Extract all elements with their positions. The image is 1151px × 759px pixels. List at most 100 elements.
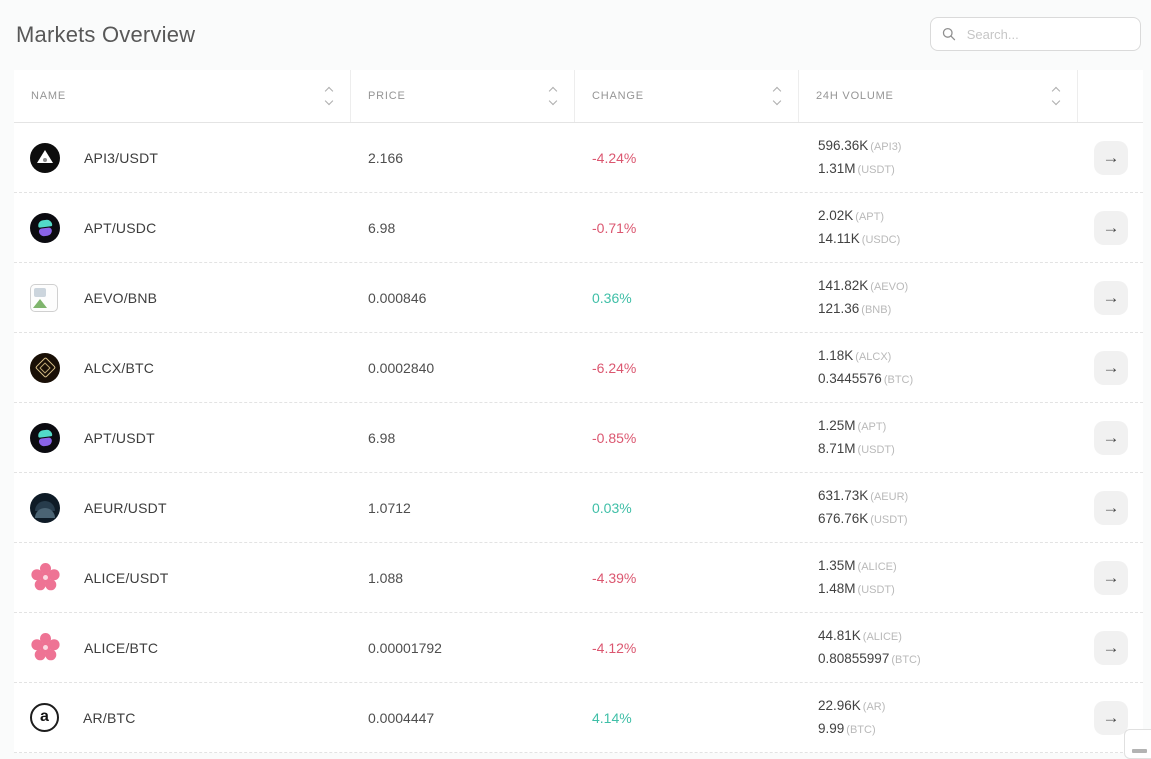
open-market-button[interactable]: → bbox=[1094, 701, 1128, 735]
column-label: CHANGE bbox=[592, 90, 644, 102]
right-arrow-icon: → bbox=[1103, 211, 1120, 245]
column-header-change[interactable]: CHANGE bbox=[575, 70, 799, 122]
table-row[interactable]: APT/USDT 6.98 -0.85% 1.25M(APT) 8.71M(US… bbox=[14, 403, 1143, 473]
open-market-button[interactable]: → bbox=[1094, 281, 1128, 315]
alice-coin-icon bbox=[30, 563, 60, 593]
search-box[interactable] bbox=[930, 17, 1141, 51]
change-value: -4.12% bbox=[575, 640, 799, 656]
table-row[interactable]: ALCX/BTC 0.0002840 -6.24% 1.18K(ALCX) 0.… bbox=[14, 333, 1143, 403]
pair-cell: ALICE/BTC bbox=[14, 633, 351, 663]
page-title: Markets Overview bbox=[16, 22, 195, 48]
pair-label: ALICE/BTC bbox=[84, 640, 158, 656]
quote-volume: 1.48M(USDT) bbox=[818, 578, 1078, 601]
base-volume: 22.96K(AR) bbox=[818, 695, 1078, 718]
price-value: 0.0002840 bbox=[351, 360, 575, 376]
search-input[interactable] bbox=[965, 26, 1129, 43]
change-value: 0.36% bbox=[575, 290, 799, 306]
right-arrow-icon: → bbox=[1103, 631, 1120, 665]
actions-cell: → bbox=[1078, 141, 1143, 175]
right-arrow-icon: → bbox=[1103, 281, 1120, 315]
sort-icon[interactable] bbox=[550, 88, 556, 104]
base-volume: 1.18K(ALCX) bbox=[818, 345, 1078, 368]
table-row[interactable]: APT/USDC 6.98 -0.71% 2.02K(APT) 14.11K(U… bbox=[14, 193, 1143, 263]
price-value: 0.0004447 bbox=[351, 710, 575, 726]
pair-cell: AEUR/USDT bbox=[14, 493, 351, 523]
open-market-button[interactable]: → bbox=[1094, 141, 1128, 175]
actions-cell: → bbox=[1078, 631, 1143, 665]
quote-volume: 0.3445576(BTC) bbox=[818, 368, 1078, 391]
change-value: 0.03% bbox=[575, 500, 799, 516]
base-volume: 1.25M(APT) bbox=[818, 415, 1078, 438]
pair-label: APT/USDC bbox=[84, 220, 156, 236]
right-arrow-icon: → bbox=[1103, 351, 1120, 385]
actions-cell: → bbox=[1078, 491, 1143, 525]
volume-cell: 1.35M(ALICE) 1.48M(USDT) bbox=[799, 555, 1078, 601]
volume-cell: 2.02K(APT) 14.11K(USDC) bbox=[799, 205, 1078, 251]
base-volume: 2.02K(APT) bbox=[818, 205, 1078, 228]
quote-volume: 0.80855997(BTC) bbox=[818, 648, 1078, 671]
pair-label: AEVO/BNB bbox=[84, 290, 157, 306]
table-row[interactable]: AR/BTC 0.0004447 4.14% 22.96K(AR) 9.99(B… bbox=[14, 683, 1143, 753]
price-value: 0.000846 bbox=[351, 290, 575, 306]
open-market-button[interactable]: → bbox=[1094, 491, 1128, 525]
quote-volume: 8.71M(USDT) bbox=[818, 438, 1078, 461]
column-header-actions bbox=[1078, 70, 1143, 122]
table-row[interactable]: AEUR/USDT 1.0712 0.03% 631.73K(AEUR) 676… bbox=[14, 473, 1143, 543]
base-volume: 141.82K(AEVO) bbox=[818, 275, 1078, 298]
open-market-button[interactable]: → bbox=[1094, 351, 1128, 385]
volume-cell: 1.18K(ALCX) 0.3445576(BTC) bbox=[799, 345, 1078, 391]
alcx-coin-icon bbox=[30, 353, 60, 383]
base-volume: 44.81K(ALICE) bbox=[818, 625, 1078, 648]
change-value: -0.85% bbox=[575, 430, 799, 446]
base-volume: 596.36K(API3) bbox=[818, 135, 1078, 158]
search-icon bbox=[942, 26, 956, 42]
table-row[interactable]: ALICE/USDT 1.088 -4.39% 1.35M(ALICE) 1.4… bbox=[14, 543, 1143, 613]
pair-cell: AEVO/BNB bbox=[14, 284, 351, 312]
actions-cell: → bbox=[1078, 561, 1143, 595]
sort-icon[interactable] bbox=[1053, 88, 1059, 104]
pair-cell: AR/BTC bbox=[14, 703, 351, 732]
quote-volume: 1.31M(USDT) bbox=[818, 158, 1078, 181]
open-market-button[interactable]: → bbox=[1094, 561, 1128, 595]
change-value: 4.14% bbox=[575, 710, 799, 726]
price-value: 1.088 bbox=[351, 570, 575, 586]
actions-cell: → bbox=[1078, 281, 1143, 315]
price-value: 6.98 bbox=[351, 430, 575, 446]
actions-cell: → bbox=[1078, 211, 1143, 245]
sort-icon[interactable] bbox=[774, 88, 780, 104]
sort-icon[interactable] bbox=[326, 88, 332, 104]
pair-cell: APT/USDT bbox=[14, 423, 351, 453]
price-value: 2.166 bbox=[351, 150, 575, 166]
open-market-button[interactable]: → bbox=[1094, 631, 1128, 665]
column-header-24h-volume[interactable]: 24H VOLUME bbox=[799, 70, 1078, 122]
volume-cell: 1.25M(APT) 8.71M(USDT) bbox=[799, 415, 1078, 461]
column-header-price[interactable]: PRICE bbox=[351, 70, 575, 122]
aevo-coin-icon bbox=[30, 284, 58, 312]
table-row[interactable]: AEVO/BNB 0.000846 0.36% 141.82K(AEVO) 12… bbox=[14, 263, 1143, 333]
volume-cell: 596.36K(API3) 1.31M(USDT) bbox=[799, 135, 1078, 181]
change-value: -0.71% bbox=[575, 220, 799, 236]
volume-cell: 44.81K(ALICE) 0.80855997(BTC) bbox=[799, 625, 1078, 671]
column-label: 24H VOLUME bbox=[816, 90, 894, 102]
pair-cell: API3/USDT bbox=[14, 143, 351, 173]
table-body: API3/USDT 2.166 -4.24% 596.36K(API3) 1.3… bbox=[14, 123, 1143, 753]
open-market-button[interactable]: → bbox=[1094, 421, 1128, 455]
volume-cell: 22.96K(AR) 9.99(BTC) bbox=[799, 695, 1078, 741]
table-row[interactable]: API3/USDT 2.166 -4.24% 596.36K(API3) 1.3… bbox=[14, 123, 1143, 193]
price-value: 1.0712 bbox=[351, 500, 575, 516]
column-header-name[interactable]: NAME bbox=[14, 70, 351, 122]
right-arrow-icon: → bbox=[1103, 141, 1120, 175]
pair-cell: ALCX/BTC bbox=[14, 353, 351, 383]
column-label: NAME bbox=[31, 90, 66, 102]
right-arrow-icon: → bbox=[1103, 491, 1120, 525]
quote-volume: 676.76K(USDT) bbox=[818, 508, 1078, 531]
table-row[interactable]: ALICE/BTC 0.00001792 -4.12% 44.81K(ALICE… bbox=[14, 613, 1143, 683]
actions-cell: → bbox=[1078, 351, 1143, 385]
open-market-button[interactable]: → bbox=[1094, 211, 1128, 245]
ar-coin-icon bbox=[30, 703, 59, 732]
markets-table: NAME PRICE CHANGE 24H VOLUME API3/USDT 2… bbox=[14, 70, 1143, 753]
pair-cell: ALICE/USDT bbox=[14, 563, 351, 593]
pair-label: APT/USDT bbox=[84, 430, 155, 446]
column-label: PRICE bbox=[368, 90, 406, 102]
apt-coin-icon bbox=[30, 213, 60, 243]
